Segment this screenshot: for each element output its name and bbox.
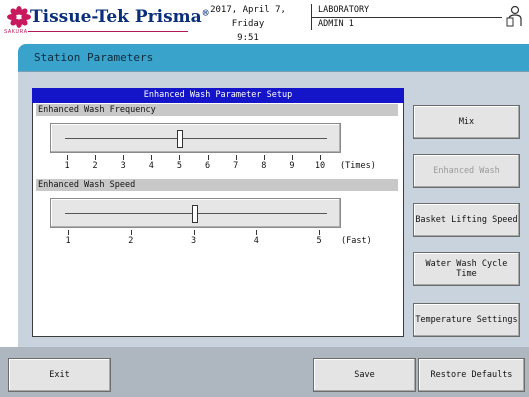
frequency-track <box>65 138 327 139</box>
restore-defaults-button[interactable]: Restore Defaults <box>418 358 525 392</box>
water-wash-cycle-time-button[interactable]: Water Wash Cycle Time <box>413 252 520 286</box>
time-text: 9:51 <box>237 33 259 43</box>
frequency-tick-label: 9 <box>289 161 295 171</box>
speed-tick <box>256 230 258 235</box>
speed-tick <box>130 230 132 235</box>
frequency-tick <box>95 155 97 160</box>
frequency-tick <box>291 155 293 160</box>
app-header: Tissue-Tek Prisma® SAKURA 2017, April 7,… <box>0 0 529 44</box>
frequency-tick <box>207 155 209 160</box>
frequency-tick-label: 5 <box>176 161 182 171</box>
product-logo: Tissue-Tek Prisma® <box>30 7 210 27</box>
date-text: 2017, April 7, Friday <box>210 5 286 29</box>
frequency-tick-label: 8 <box>261 161 267 171</box>
frequency-tick-label: 6 <box>204 161 211 171</box>
user-icon[interactable] <box>506 5 522 27</box>
brand-name: SAKURA <box>4 29 28 35</box>
frequency-tick-label: 4 <box>148 161 154 171</box>
speed-tick-label: 2 <box>128 236 134 246</box>
frequency-tick <box>320 155 321 160</box>
frequency-tick <box>151 155 153 160</box>
date-time: 2017, April 7, Friday 9:51 <box>196 3 300 45</box>
frequency-tick <box>235 155 237 160</box>
speed-slider-thumb[interactable] <box>191 205 198 223</box>
mix-button[interactable]: Mix <box>413 105 520 139</box>
frequency-slider-thumb[interactable] <box>177 130 184 148</box>
speed-tick <box>68 230 69 235</box>
frequency-tick-label: 1 <box>64 161 70 171</box>
exit-button[interactable]: Exit <box>8 358 111 392</box>
brand-underline <box>28 31 188 32</box>
speed-tick <box>319 230 320 235</box>
location-underline <box>312 17 502 18</box>
user-name: ADMIN 1 <box>318 19 354 29</box>
frequency-slider[interactable] <box>50 123 341 153</box>
speed-label: Enhanced Wash Speed <box>36 179 398 191</box>
panel-title: Enhanced Wash Parameter Setup <box>32 88 404 103</box>
frequency-tick-label: 3 <box>120 161 126 171</box>
frequency-unit: (Times) <box>340 161 376 171</box>
frequency-tick <box>123 155 125 160</box>
window-title: Station Parameters <box>34 51 154 64</box>
location-text: LABORATORY <box>318 5 370 15</box>
enhanced-wash-button[interactable]: Enhanced Wash <box>413 154 520 188</box>
speed-tick-label: 4 <box>253 236 259 246</box>
basket-lifting-speed-button[interactable]: Basket Lifting Speed <box>413 203 520 237</box>
speed-tick-label: 5 <box>316 236 322 246</box>
frequency-tick-label: 2 <box>92 161 98 171</box>
frequency-tick <box>179 155 181 160</box>
frequency-tick <box>67 155 68 160</box>
save-button[interactable]: Save <box>313 358 416 392</box>
speed-tick-label: 1 <box>65 236 71 246</box>
speed-unit: (Fast) <box>341 236 372 246</box>
speed-tick-label: 3 <box>190 236 197 246</box>
speed-tick <box>193 230 195 235</box>
frequency-tick-label: 10 <box>314 161 326 171</box>
speed-slider[interactable] <box>50 198 341 228</box>
frequency-tick <box>263 155 265 160</box>
frequency-tick-label: 7 <box>233 161 239 171</box>
temperature-settings-button[interactable]: Temperature Settings <box>413 303 520 337</box>
frequency-label: Enhanced Wash Frequency <box>36 104 398 116</box>
